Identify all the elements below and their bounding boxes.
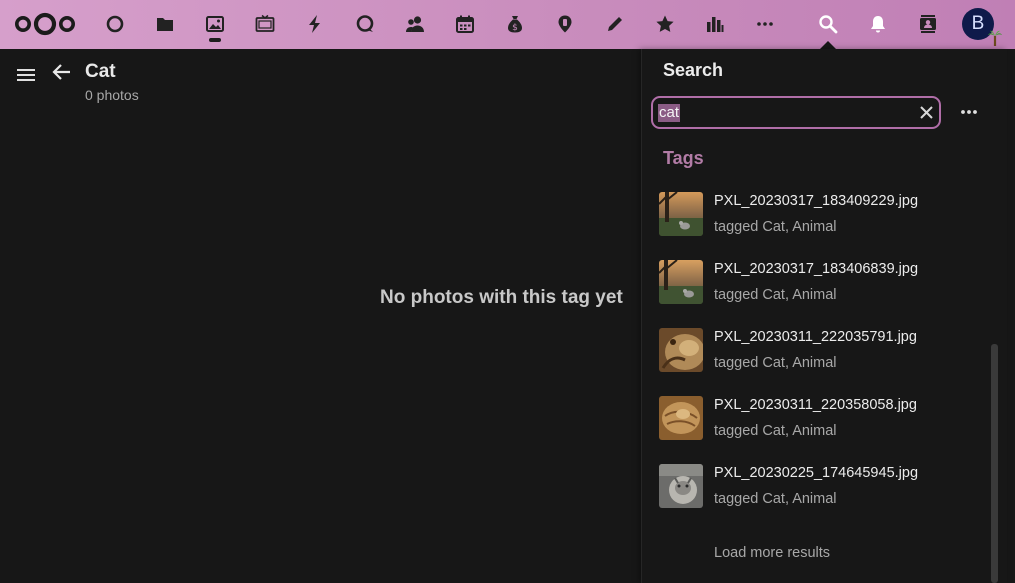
photos-icon[interactable]	[201, 10, 229, 38]
cospend-icon[interactable]: $	[501, 10, 529, 38]
active-app-indicator	[209, 38, 221, 42]
results-section-heading: Tags	[663, 148, 704, 168]
result-thumbnail	[659, 260, 703, 304]
result-tags: tagged Cat, Animal	[714, 491, 837, 507]
page-title: Cat	[85, 61, 116, 82]
notes-icon[interactable]	[601, 10, 629, 38]
search-result-item[interactable]: PXL_20230311_222035791.jpg tagged Cat, A…	[659, 326, 989, 386]
favorites-icon[interactable]	[651, 10, 679, 38]
search-result-item[interactable]: PXL_20230317_183406839.jpg tagged Cat, A…	[659, 258, 989, 318]
empty-state-message: No photos with this tag yet	[380, 287, 623, 308]
analytics-icon[interactable]	[701, 10, 729, 38]
search-result-item[interactable]: PXL_20230311_220358058.jpg tagged Cat, A…	[659, 394, 989, 454]
palm-tree-status-icon	[988, 30, 1002, 46]
files-icon[interactable]	[151, 10, 179, 38]
search-result-item[interactable]: PXL_20230317_183409229.jpg tagged Cat, A…	[659, 190, 989, 250]
clear-search-icon[interactable]	[918, 104, 935, 121]
result-filename: PXL_20230225_174645945.jpg	[714, 465, 919, 481]
hamburger-menu-icon[interactable]	[16, 66, 36, 84]
result-tags: tagged Cat, Animal	[714, 355, 837, 371]
top-bar: $ B	[0, 0, 1015, 49]
photo-count: 0 photos	[85, 87, 139, 103]
result-filename: PXL_20230311_220358058.jpg	[714, 397, 917, 413]
result-tags: tagged Cat, Animal	[714, 219, 837, 235]
more-apps-icon[interactable]	[751, 10, 779, 38]
search-panel-title: Search	[663, 60, 724, 80]
result-filename: PXL_20230311_222035791.jpg	[714, 329, 917, 345]
talk-icon[interactable]	[351, 10, 379, 38]
activity-icon[interactable]	[301, 10, 329, 38]
nextcloud-logo[interactable]	[14, 10, 76, 38]
result-filename: PXL_20230317_183409229.jpg	[714, 193, 919, 209]
dashboard-icon[interactable]	[101, 10, 129, 38]
result-thumbnail	[659, 192, 703, 236]
search-box[interactable]: cat	[651, 96, 941, 129]
search-options-button[interactable]	[958, 102, 980, 122]
notifications-bell-icon[interactable]	[864, 10, 892, 38]
search-icon[interactable]	[814, 10, 842, 38]
result-tags: tagged Cat, Animal	[714, 423, 837, 439]
memories-icon[interactable]	[251, 10, 279, 38]
load-more-results-link[interactable]: Load more results	[714, 545, 830, 561]
unified-search-panel: Search cat Tags PXL_20230317_183409229.j…	[641, 49, 1007, 583]
back-arrow-icon[interactable]	[52, 62, 72, 82]
contacts-icon[interactable]	[401, 10, 429, 38]
contacts-menu-icon[interactable]	[914, 10, 942, 38]
calendar-icon[interactable]	[451, 10, 479, 38]
result-thumbnail	[659, 328, 703, 372]
result-thumbnail	[659, 464, 703, 508]
result-tags: tagged Cat, Animal	[714, 287, 837, 303]
svg-text:$: $	[512, 23, 518, 33]
result-filename: PXL_20230317_183406839.jpg	[714, 261, 919, 277]
search-result-item[interactable]: PXL_20230225_174645945.jpg tagged Cat, A…	[659, 462, 989, 522]
search-panel-scrollbar[interactable]	[991, 344, 998, 583]
search-query-text[interactable]: cat	[658, 104, 680, 122]
result-thumbnail	[659, 396, 703, 440]
maps-icon[interactable]	[551, 10, 579, 38]
